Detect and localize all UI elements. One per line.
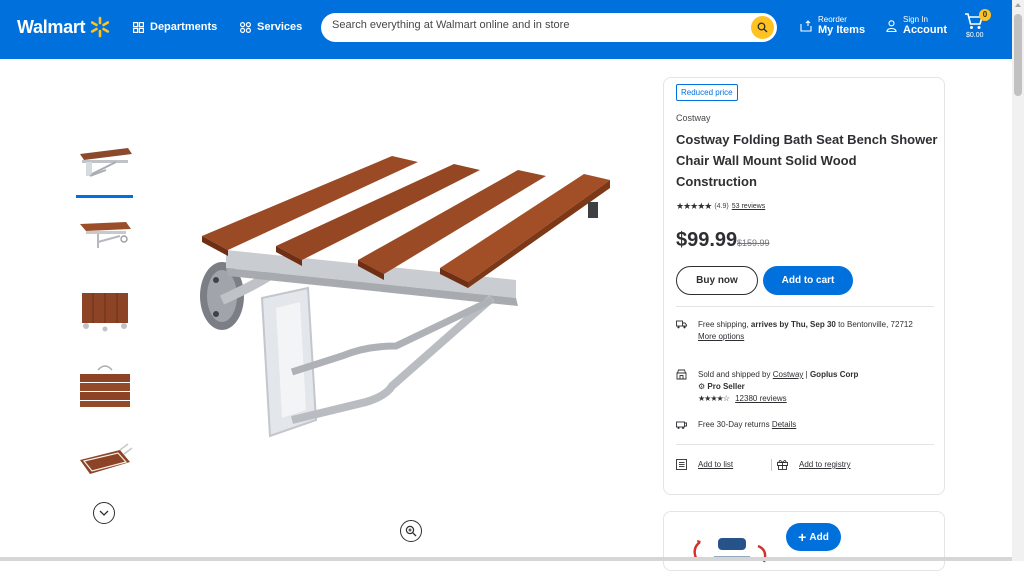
thumbnail-4[interactable] [76, 362, 134, 410]
related-item-panel: + Add [663, 511, 945, 571]
departments-button[interactable]: Departments [133, 21, 217, 33]
scroll-up-arrow[interactable] [1015, 3, 1021, 7]
thumbnail-2[interactable] [76, 212, 134, 260]
store-icon [676, 369, 687, 380]
add-to-list-link[interactable]: Add to list [698, 459, 758, 471]
product-thumbnail-image [80, 443, 133, 474]
seller-reviews-link[interactable]: 12380 reviews [735, 394, 787, 403]
user-icon [886, 19, 897, 32]
plus-icon: + [798, 529, 807, 545]
star-rating-icon: ★★★★★ [676, 201, 712, 211]
thumbnails-scroll-down-button[interactable] [93, 502, 115, 524]
add-to-cart-button[interactable]: Add to cart [763, 266, 853, 295]
thumbnail-3[interactable] [76, 287, 134, 335]
rating-value: (4.9) [714, 203, 729, 210]
services-label: Services [257, 21, 303, 33]
pro-seller-label: Pro Seller [707, 382, 745, 391]
shipping-location: to Bentonville, 72712 [835, 320, 913, 329]
buy-now-button[interactable]: Buy now [676, 266, 758, 295]
product-thumbnail-image [82, 293, 128, 332]
brand-name[interactable]: Costway [676, 113, 711, 123]
reorder-big-label: My Items [818, 24, 866, 36]
list-icon [676, 459, 687, 470]
product-info-panel: Reduced price Costway Costway Folding Ba… [663, 77, 945, 495]
cart-total: $0.00 [966, 32, 984, 39]
account-link[interactable]: Sign In Account [886, 15, 947, 36]
main-product-image[interactable] [196, 150, 616, 440]
zoom-in-icon [405, 525, 417, 537]
spark-icon[interactable] [89, 16, 111, 38]
product-thumbnail-image [80, 365, 130, 407]
top-header: Walmart Departments Services Reorder My … [0, 0, 1012, 59]
walmart-logo[interactable]: Walmart [17, 17, 86, 38]
return-icon [676, 421, 687, 429]
shipping-prefix: Free shipping, [698, 320, 751, 329]
delivery-date: arrives by Thu, Sep 30 [750, 320, 836, 329]
product-thumbnail-image [80, 222, 131, 248]
related-product-image[interactable] [688, 530, 778, 570]
services-icon [240, 21, 251, 33]
seller-link[interactable]: Costway [773, 370, 804, 379]
more-options-link[interactable]: More options [698, 332, 744, 341]
add-label: Add [809, 531, 829, 543]
was-price: $159.99 [737, 238, 770, 248]
thumbnail-selected-indicator [76, 195, 133, 198]
signin-small-label: Sign In [903, 15, 928, 24]
account-big-label: Account [903, 24, 947, 36]
zoom-button[interactable] [400, 520, 422, 542]
actions-separator [771, 459, 772, 471]
sold-prefix: Sold and shipped by [698, 370, 773, 379]
reviews-link[interactable]: 53 reviews [732, 203, 765, 210]
reorder-small-label: Reorder [818, 15, 847, 24]
current-price: $99.99 [676, 229, 738, 251]
departments-label: Departments [150, 21, 218, 33]
page-scrollbar[interactable] [1012, 0, 1024, 561]
services-button[interactable]: Services [240, 21, 302, 33]
add-related-button[interactable]: + Add [786, 523, 841, 551]
add-to-registry-link[interactable]: Add to registry [799, 459, 889, 471]
rating-row: ★★★★★ (4.9) 53 reviews [676, 201, 765, 212]
cart-count-badge: 0 [979, 9, 991, 21]
reduced-price-badge: Reduced price [676, 84, 738, 101]
returns-text: Free 30-Day returns [698, 420, 772, 429]
seller-corp: Goplus Corp [809, 370, 859, 379]
thumbnail-1[interactable] [76, 140, 134, 198]
pro-seller-icon: ⚙ [698, 382, 706, 391]
reorder-link[interactable]: Reorder My Items [800, 15, 865, 36]
gift-icon [777, 460, 788, 470]
divider [676, 444, 934, 445]
product-thumbnail-image [80, 148, 132, 177]
horizontal-scrollbar[interactable] [0, 557, 1012, 561]
divider [676, 306, 934, 307]
product-title: Costway Folding Bath Seat Bench Shower C… [676, 132, 938, 189]
reorder-icon [800, 19, 812, 32]
chevron-down-icon [99, 510, 109, 516]
search-bar [321, 13, 777, 42]
thumbnail-5[interactable] [76, 440, 134, 488]
grid-icon [133, 21, 144, 33]
search-input[interactable] [332, 19, 742, 31]
search-icon [757, 22, 768, 33]
scrollbar-thumb[interactable] [1014, 14, 1022, 96]
seller-star-rating-icon: ★★★★☆ [698, 394, 730, 403]
cart-button[interactable]: 0 $0.00 [964, 9, 991, 39]
search-button[interactable] [751, 16, 774, 39]
truck-icon [676, 320, 687, 329]
returns-details-link[interactable]: Details [772, 420, 796, 429]
